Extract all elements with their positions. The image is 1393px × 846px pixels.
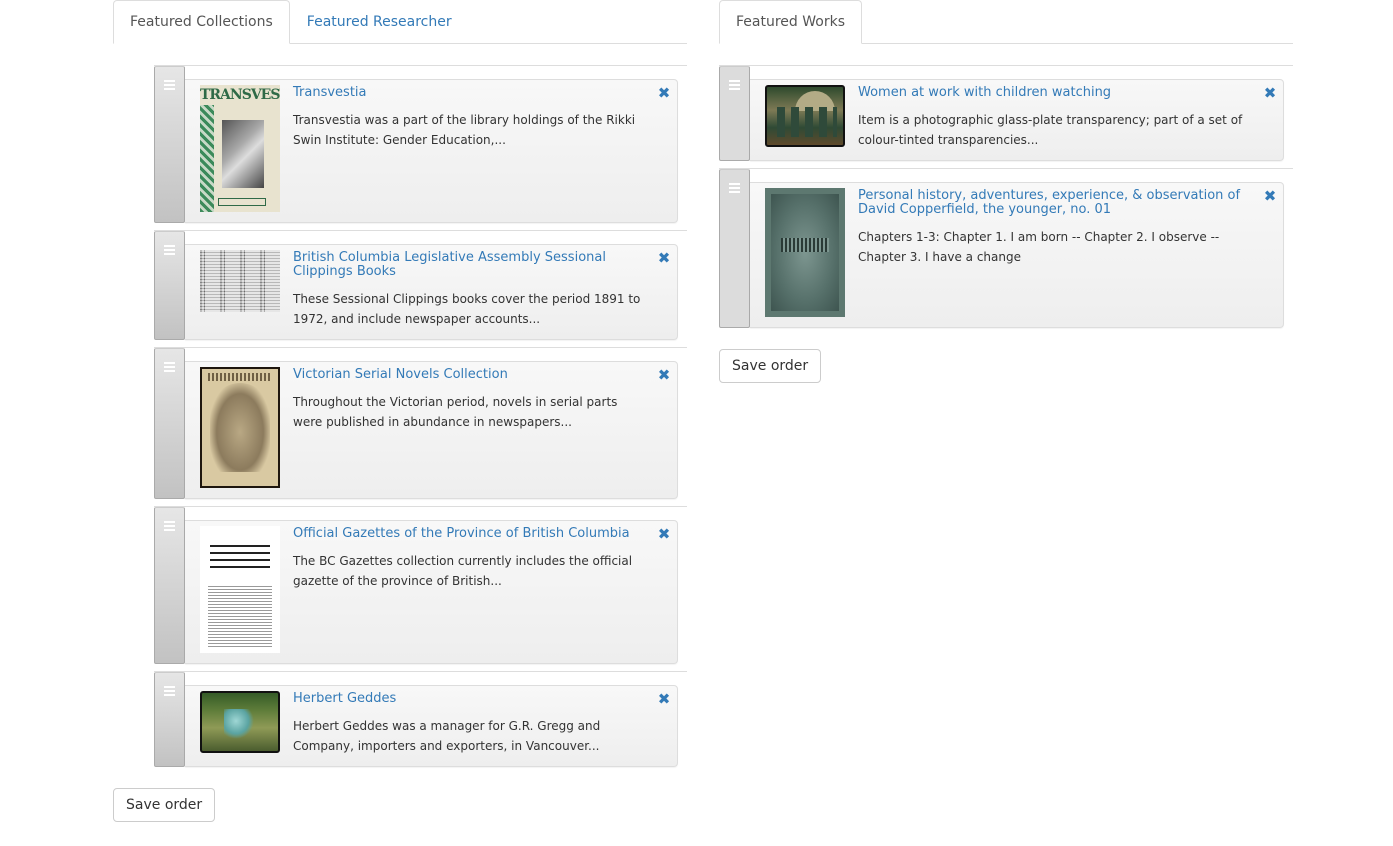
work-description: Chapters 1-3: Chapter 1. I am born -- Ch…	[858, 230, 1220, 264]
right-tab-bar: Featured Works	[719, 0, 1293, 44]
featured-collections-list: TRANSVESTIA Transvestia Transvestia was …	[154, 65, 687, 774]
tab-featured-collections[interactable]: Featured Collections	[113, 0, 290, 44]
tab-featured-works[interactable]: Featured Works	[719, 0, 862, 44]
remove-icon[interactable]: ✖	[657, 527, 671, 542]
featured-works-list: Women at work with children watching Ite…	[719, 65, 1293, 335]
collection-item[interactable]: Official Gazettes of the Province of Bri…	[154, 507, 687, 672]
collection-card: British Columbia Legislative Assembly Se…	[185, 244, 678, 340]
drag-handle-icon	[164, 80, 175, 92]
featured-collections-panel: Featured Collections Featured Researcher…	[113, 0, 687, 774]
collection-description: Throughout the Victorian period, novels …	[293, 395, 618, 429]
remove-icon[interactable]: ✖	[1263, 189, 1277, 204]
drag-handle[interactable]	[154, 672, 185, 767]
featured-works-panel: Featured Works Women at work with childr…	[719, 0, 1293, 335]
drag-handle-icon	[164, 686, 175, 698]
book-cover-thumbnail[interactable]	[765, 188, 845, 317]
remove-icon[interactable]: ✖	[1263, 86, 1277, 101]
work-card: Women at work with children watching Ite…	[750, 79, 1284, 161]
magazine-cover-thumbnail[interactable]: TRANSVESTIA	[200, 85, 280, 212]
drag-handle[interactable]	[154, 231, 185, 340]
remove-icon[interactable]: ✖	[657, 86, 671, 101]
collection-description: The BC Gazettes collection currently inc…	[293, 554, 633, 588]
collection-item[interactable]: TRANSVESTIA Transvestia Transvestia was …	[154, 66, 687, 231]
drag-handle-icon	[164, 245, 175, 257]
remove-icon[interactable]: ✖	[657, 368, 671, 383]
remove-icon[interactable]: ✖	[657, 692, 671, 707]
collection-card: Herbert Geddes Herbert Geddes was a mana…	[185, 685, 678, 767]
village-photo-thumbnail[interactable]	[765, 85, 845, 147]
drag-handle[interactable]	[154, 348, 185, 499]
collection-description: Transvestia was a part of the library ho…	[293, 113, 636, 147]
collection-description: These Sessional Clippings books cover th…	[293, 292, 641, 326]
serial-novel-cover-thumbnail[interactable]	[200, 367, 280, 488]
collection-title-link[interactable]: Herbert Geddes	[293, 692, 649, 706]
collection-title-link[interactable]: Official Gazettes of the Province of Bri…	[293, 527, 649, 541]
drag-handle[interactable]	[154, 66, 185, 223]
work-title-link[interactable]: Personal history, adventures, experience…	[858, 189, 1255, 217]
collection-card: Official Gazettes of the Province of Bri…	[185, 520, 678, 664]
collection-title-link[interactable]: British Columbia Legislative Assembly Se…	[293, 251, 649, 279]
collection-item[interactable]: British Columbia Legislative Assembly Se…	[154, 231, 687, 348]
work-description: Item is a photographic glass-plate trans…	[858, 113, 1243, 147]
drag-handle-icon	[729, 183, 740, 195]
save-collections-order-button[interactable]: Save order	[113, 788, 216, 822]
collection-card: Victorian Serial Novels Collection Throu…	[185, 361, 678, 499]
work-item[interactable]: Personal history, adventures, experience…	[719, 169, 1293, 335]
left-tab-bar: Featured Collections Featured Researcher	[113, 0, 687, 44]
work-card: Personal history, adventures, experience…	[750, 182, 1284, 328]
remove-icon[interactable]: ✖	[657, 251, 671, 266]
collection-title-link[interactable]: Victorian Serial Novels Collection	[293, 368, 649, 382]
gazette-page-thumbnail[interactable]	[200, 526, 280, 653]
drag-handle-icon	[164, 521, 175, 533]
drag-handle[interactable]	[719, 66, 750, 161]
collection-card: TRANSVESTIA Transvestia Transvestia was …	[185, 79, 678, 223]
collection-title-link[interactable]: Transvestia	[293, 86, 649, 100]
drag-handle-icon	[164, 362, 175, 374]
collection-description: Herbert Geddes was a manager for G.R. Gr…	[293, 719, 601, 753]
field-photo-thumbnail[interactable]	[200, 691, 280, 753]
drag-handle[interactable]	[154, 507, 185, 664]
tab-featured-researcher[interactable]: Featured Researcher	[290, 0, 469, 44]
work-item[interactable]: Women at work with children watching Ite…	[719, 66, 1293, 169]
save-works-order-button[interactable]: Save order	[719, 349, 822, 383]
drag-handle[interactable]	[719, 169, 750, 328]
collection-item[interactable]: Victorian Serial Novels Collection Throu…	[154, 348, 687, 507]
newspaper-clipping-thumbnail[interactable]	[200, 250, 280, 312]
work-title-link[interactable]: Women at work with children watching	[858, 86, 1255, 100]
drag-handle-icon	[729, 80, 740, 92]
collection-item[interactable]: Herbert Geddes Herbert Geddes was a mana…	[154, 672, 687, 774]
